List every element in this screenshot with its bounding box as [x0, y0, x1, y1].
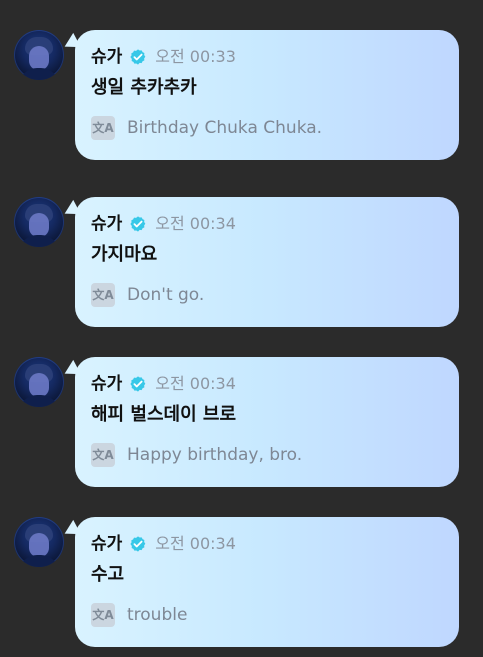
message-text: 해피 벌스데이 브로 — [91, 404, 237, 425]
avatar-face — [29, 46, 49, 70]
message-item: 슈가 오전 00:34 해피 벌스데이 브로 文A Happy birthday… — [0, 357, 483, 492]
verified-badge-icon — [129, 48, 147, 66]
author-name[interactable]: 슈가 — [91, 533, 122, 555]
avatar[interactable] — [14, 357, 64, 407]
message-header: 슈가 오전 00:34 — [91, 213, 236, 235]
translation-row: 文A trouble — [91, 603, 187, 627]
message-feed: 슈가 오전 00:33 생일 추카추카 文A Birthday Chuka Ch… — [0, 0, 483, 657]
translate-icon[interactable]: 文A — [91, 603, 115, 627]
translate-icon[interactable]: 文A — [91, 116, 115, 140]
author-name[interactable]: 슈가 — [91, 373, 122, 395]
message-item: 슈가 오전 00:34 가지마요 文A Don't go. — [0, 197, 483, 332]
message-time: 오전 00:34 — [155, 374, 236, 393]
message-time: 오전 00:33 — [155, 47, 236, 66]
translation-row: 文A Birthday Chuka Chuka. — [91, 116, 322, 140]
avatar-shoulders — [19, 555, 59, 567]
author-name[interactable]: 슈가 — [91, 213, 122, 235]
translate-icon[interactable]: 文A — [91, 443, 115, 467]
message-time: 오전 00:34 — [155, 214, 236, 233]
message-item: 슈가 오전 00:33 생일 추카추카 文A Birthday Chuka Ch… — [0, 30, 483, 165]
message-header: 슈가 오전 00:34 — [91, 533, 236, 555]
translated-text: trouble — [127, 605, 188, 625]
message-header: 슈가 오전 00:34 — [91, 373, 236, 395]
message-header: 슈가 오전 00:33 — [91, 46, 236, 68]
message-time: 오전 00:34 — [155, 534, 236, 553]
message-bubble[interactable]: 슈가 오전 00:34 수고 文A trouble — [75, 517, 459, 647]
avatar-shoulders — [19, 68, 59, 80]
avatar-shoulders — [19, 395, 59, 407]
verified-badge-icon — [129, 535, 147, 553]
translated-text: Don't go. — [127, 285, 205, 305]
avatar[interactable] — [14, 517, 64, 567]
translated-text: Happy birthday, bro. — [127, 445, 303, 465]
avatar-shoulders — [19, 235, 59, 247]
message-bubble[interactable]: 슈가 오전 00:34 가지마요 文A Don't go. — [75, 197, 459, 327]
message-item: 슈가 오전 00:34 수고 文A trouble — [0, 517, 483, 652]
translate-icon[interactable]: 文A — [91, 283, 115, 307]
verified-badge-icon — [129, 375, 147, 393]
message-bubble[interactable]: 슈가 오전 00:34 해피 벌스데이 브로 文A Happy birthday… — [75, 357, 459, 487]
avatar-face — [29, 533, 49, 557]
translation-row: 文A Happy birthday, bro. — [91, 443, 302, 467]
message-text: 수고 — [91, 564, 125, 585]
avatar[interactable] — [14, 30, 64, 80]
message-text: 가지마요 — [91, 244, 158, 265]
author-name[interactable]: 슈가 — [91, 46, 122, 68]
message-bubble[interactable]: 슈가 오전 00:33 생일 추카추카 文A Birthday Chuka Ch… — [75, 30, 459, 160]
avatar-face — [29, 213, 49, 237]
translation-row: 文A Don't go. — [91, 283, 204, 307]
avatar-face — [29, 373, 49, 397]
verified-badge-icon — [129, 215, 147, 233]
avatar[interactable] — [14, 197, 64, 247]
message-text: 생일 추카추카 — [91, 77, 197, 98]
translated-text: Birthday Chuka Chuka. — [127, 118, 323, 138]
